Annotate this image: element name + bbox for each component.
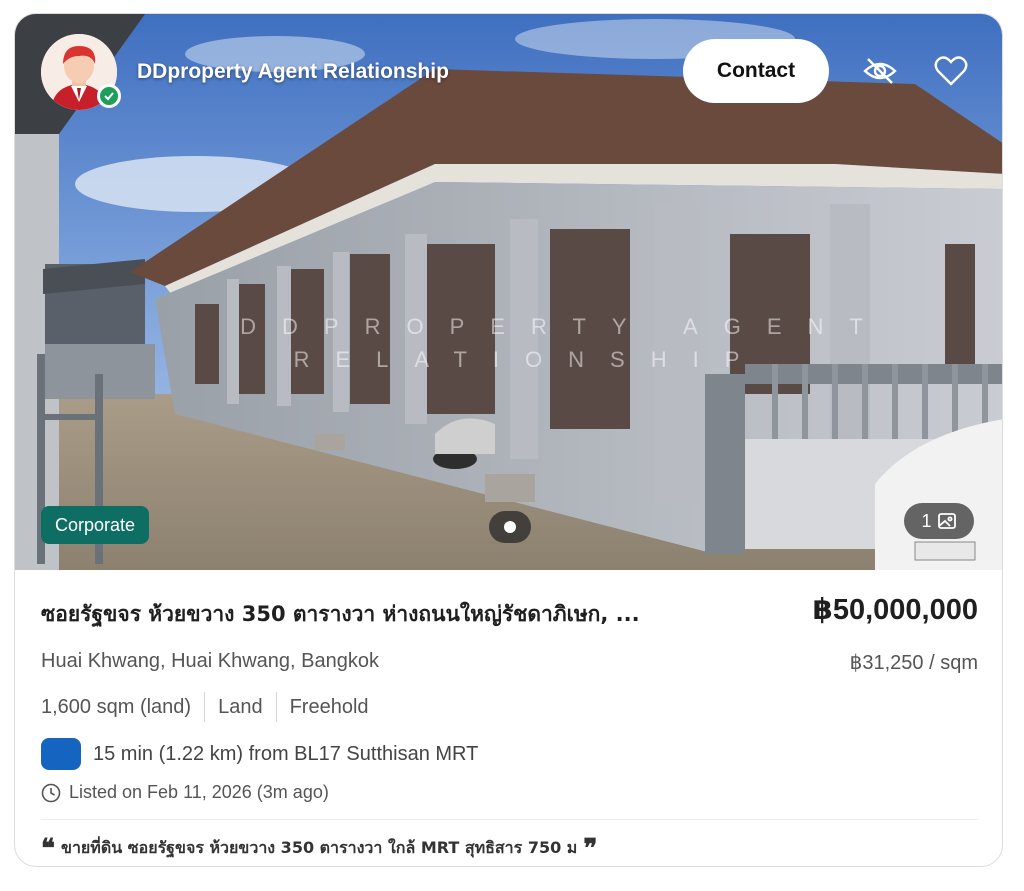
transit-text: 15 min (1.22 km) from BL17 Sutthisan MRT — [93, 742, 479, 765]
quote-close-icon: ❞ — [583, 833, 598, 864]
listing-location: Huai Khwang, Huai Khwang, Bangkok — [41, 650, 379, 672]
divider — [41, 819, 978, 820]
listing-quote: ❝ ขายที่ดิน ซอยรัฐขจร ห้วยขวาง 350 ตาราง… — [41, 833, 598, 864]
listing-specs: 1,600 sqm (land) Land Freehold — [41, 692, 382, 722]
spec-type: Land — [204, 692, 276, 722]
agent-avatar[interactable] — [41, 34, 121, 110]
listing-title[interactable]: ซอยรัฐขจร ห้วยขวาง 350 ตารางวา ห่างถนนให… — [41, 598, 761, 631]
listing-photo[interactable]: DDproperty Agent Relationship Contact DD… — [15, 14, 1002, 570]
heart-icon[interactable] — [929, 49, 973, 93]
spec-tenure: Freehold — [275, 692, 382, 722]
listed-text: Listed on Feb 11, 2026 (3m ago) — [69, 782, 329, 802]
quote-text: ขายที่ดิน ซอยรัฐขจร ห้วยขวาง 350 ตารางวา… — [61, 838, 578, 857]
contact-button[interactable]: Contact — [683, 39, 829, 103]
watermark-line2: RELATIONSHIP — [293, 347, 766, 372]
clock-icon — [41, 783, 61, 802]
listed-date: Listed on Feb 11, 2026 (3m ago) — [41, 782, 329, 803]
photo-count-button[interactable]: 1 — [904, 503, 974, 539]
watermark-line1: DDPROPERTY AGENT — [240, 314, 889, 339]
agent-name[interactable]: DDproperty Agent Relationship — [137, 60, 449, 84]
photo-count-value: 1 — [921, 510, 932, 531]
train-icon — [41, 738, 81, 770]
agent-info[interactable]: DDproperty Agent Relationship — [41, 34, 449, 110]
check-badge-icon — [97, 84, 121, 108]
spec-area: 1,600 sqm (land) — [41, 696, 192, 718]
carousel-indicator[interactable] — [489, 511, 531, 543]
corporate-badge: Corporate — [41, 506, 150, 544]
transit-info: 15 min (1.22 km) from BL17 Sutthisan MRT — [41, 738, 478, 770]
quote-open-icon: ❝ — [41, 833, 55, 864]
price-per-sqm: ฿31,250 / sqm — [849, 652, 978, 674]
image-icon — [937, 513, 956, 529]
carousel-dot[interactable] — [504, 521, 516, 533]
listing-card[interactable]: DDproperty Agent Relationship Contact DD… — [14, 13, 1003, 867]
listing-price: ฿50,000,000 — [812, 594, 978, 626]
eye-off-icon[interactable] — [858, 49, 902, 93]
